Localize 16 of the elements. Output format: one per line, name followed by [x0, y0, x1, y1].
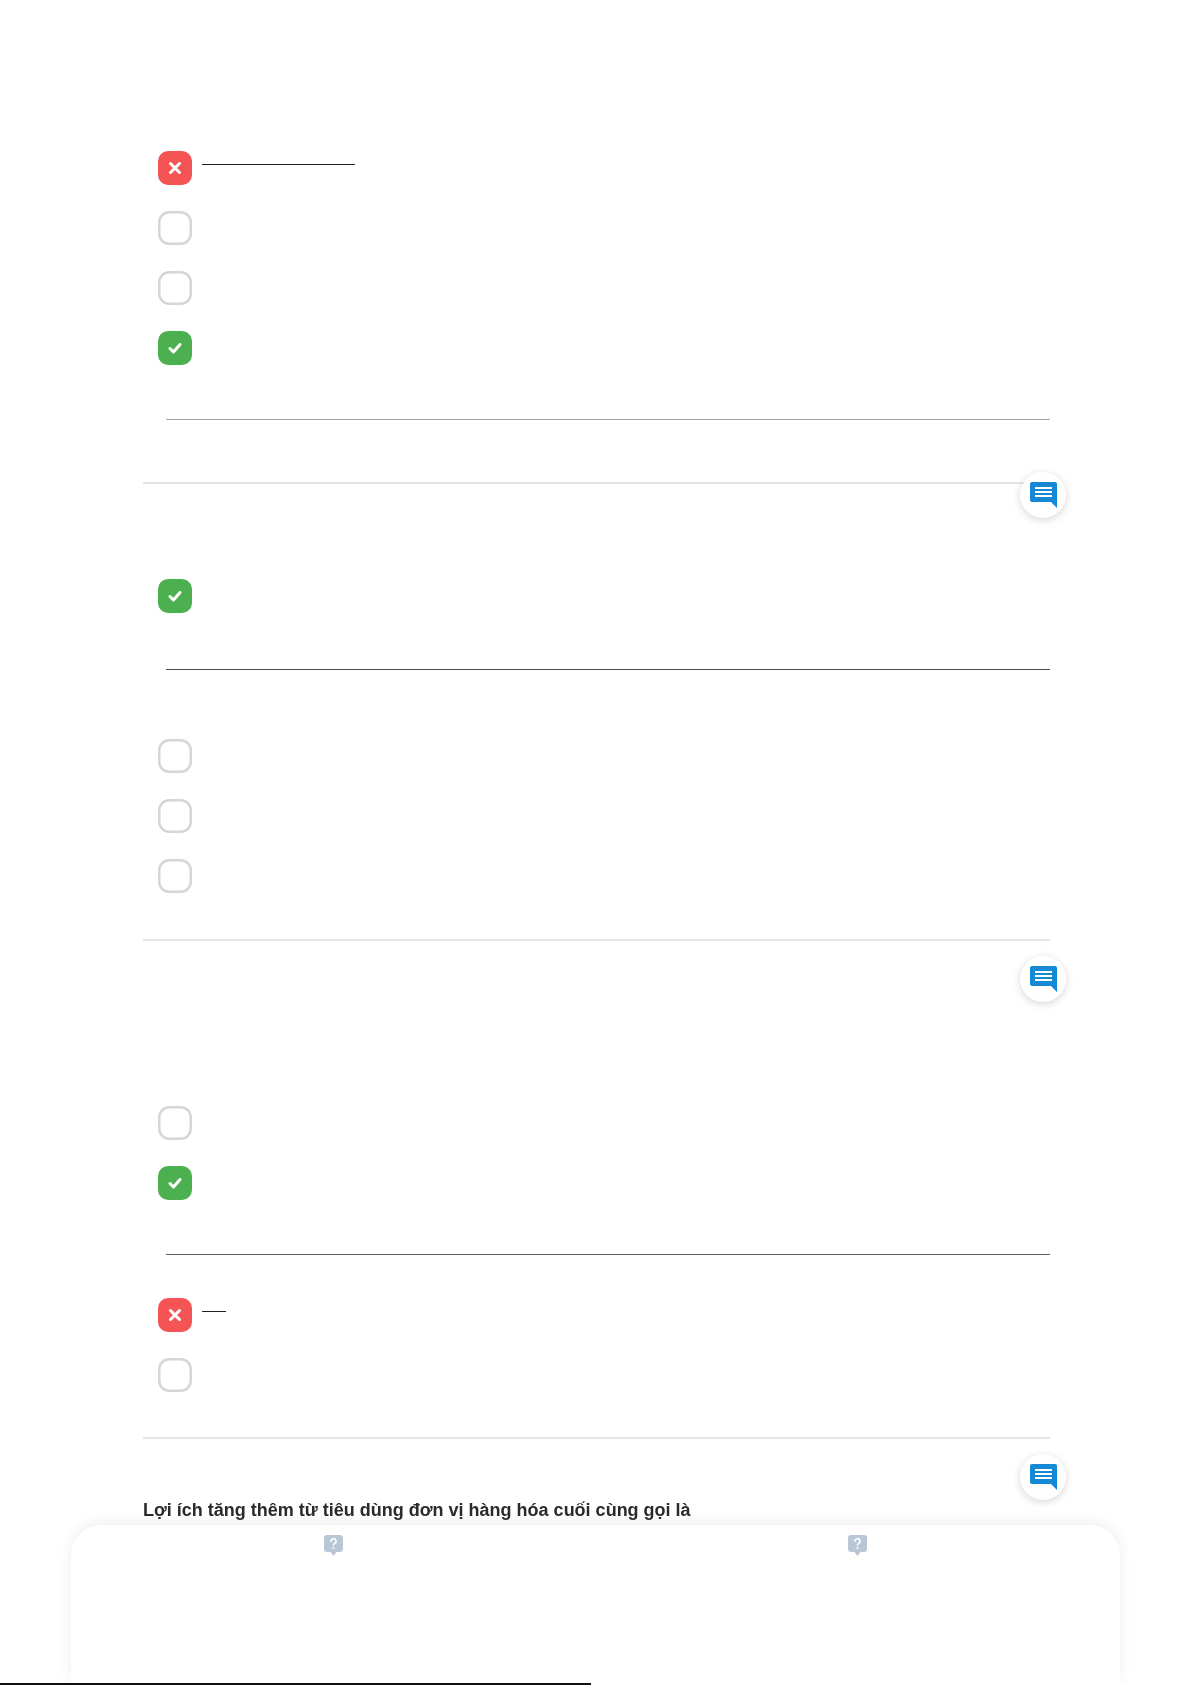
- question-bubble-icon[interactable]: [848, 1535, 868, 1556]
- comment-button[interactable]: [1020, 472, 1066, 518]
- checkbox[interactable]: [158, 859, 192, 893]
- comment-icon: [1029, 1464, 1057, 1490]
- comment-icon: [1029, 966, 1057, 992]
- question-bubble-icon[interactable]: [323, 1535, 343, 1556]
- checkbox[interactable]: [158, 1358, 192, 1392]
- checkbox[interactable]: [158, 739, 192, 773]
- comment-button[interactable]: [1020, 956, 1066, 1002]
- checkbox[interactable]: [158, 1106, 192, 1140]
- comment-icon: [1029, 482, 1057, 508]
- checkbox[interactable]: [158, 211, 192, 245]
- question-text: Lợi ích tăng thêm từ tiêu dùng đơn vị hàng hóa cuối cùng gọi là: [143, 1499, 691, 1521]
- checkbox[interactable]: [158, 271, 192, 305]
- comment-button[interactable]: [1020, 1454, 1066, 1500]
- checkbox[interactable]: [158, 799, 192, 833]
